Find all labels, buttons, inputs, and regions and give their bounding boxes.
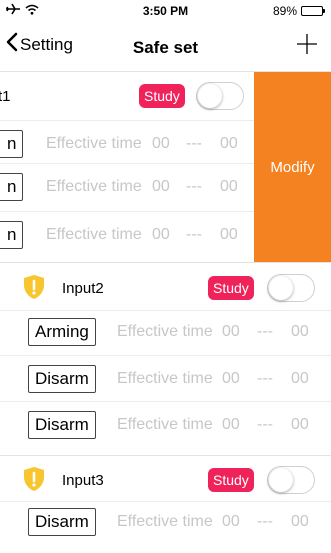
effective-time-label: Effective time — [46, 178, 142, 195]
shield-icon — [23, 274, 45, 300]
time-row: n Effective time 00 --- 00 — [0, 163, 254, 211]
back-button[interactable]: Setting — [6, 32, 73, 57]
start-time[interactable]: 00 — [222, 513, 240, 531]
back-label: Setting — [20, 34, 73, 54]
screen: 3:50 PM 89% Setting Safe set t1 Study n … — [0, 0, 331, 553]
study-button[interactable]: Study — [208, 276, 254, 300]
enable-toggle[interactable] — [196, 82, 244, 110]
time-row: Disarm Effective time 00 --- 00 — [0, 401, 331, 449]
study-button[interactable]: Study — [208, 468, 254, 492]
time-dash: --- — [257, 323, 273, 340]
divider — [0, 262, 331, 263]
start-time[interactable]: 00 — [222, 323, 240, 341]
battery-percent: 89% — [272, 4, 297, 18]
time-dash: --- — [257, 513, 273, 530]
modify-button[interactable]: Modify — [254, 72, 331, 262]
end-time[interactable]: 00 — [291, 370, 309, 388]
section-name: t1 — [0, 87, 11, 105]
mode-button[interactable]: Arming — [28, 318, 96, 346]
mode-button[interactable]: n — [0, 130, 24, 158]
end-time[interactable]: 00 — [291, 323, 309, 341]
end-time[interactable]: 00 — [220, 135, 238, 153]
effective-time-label: Effective time — [117, 323, 213, 340]
mode-button[interactable]: n — [0, 221, 24, 249]
time-row: Disarm Effective time 00 --- 00 — [0, 498, 331, 546]
status-right: 89% — [272, 4, 325, 18]
mode-button[interactable]: Disarm — [28, 508, 96, 536]
start-time[interactable]: 00 — [152, 226, 170, 244]
section-header: Input3 Study — [0, 456, 331, 504]
effective-time-label: Effective time — [46, 226, 142, 243]
time-dash: --- — [186, 226, 202, 243]
nav-bar: Setting Safe set — [0, 22, 331, 72]
enable-toggle[interactable] — [267, 466, 315, 494]
battery-icon — [301, 6, 325, 16]
mode-button[interactable]: n — [0, 173, 24, 201]
time-row: n Effective time 00 --- 00 — [0, 120, 254, 168]
time-row: n Effective time 00 --- 00 — [0, 211, 254, 259]
start-time[interactable]: 00 — [152, 135, 170, 153]
start-time[interactable]: 00 — [222, 370, 240, 388]
effective-time-label: Effective time — [46, 135, 142, 152]
time-row: Disarm Effective time 00 --- 00 — [0, 355, 331, 403]
time-dash: --- — [257, 370, 273, 387]
section-name: Input3 — [62, 471, 104, 489]
start-time[interactable]: 00 — [152, 178, 170, 196]
time-dash: --- — [186, 135, 202, 152]
end-time[interactable]: 00 — [291, 416, 309, 434]
mode-button[interactable]: Disarm — [28, 365, 96, 393]
start-time[interactable]: 00 — [222, 416, 240, 434]
end-time[interactable]: 00 — [291, 513, 309, 531]
shield-icon — [23, 466, 45, 492]
time-dash: --- — [257, 416, 273, 433]
effective-time-label: Effective time — [117, 370, 213, 387]
status-bar: 3:50 PM 89% — [0, 0, 331, 22]
effective-time-label: Effective time — [117, 513, 213, 530]
section-header: t1 Study — [0, 72, 254, 120]
chevron-left-icon — [6, 32, 18, 57]
end-time[interactable]: 00 — [220, 226, 238, 244]
end-time[interactable]: 00 — [220, 178, 238, 196]
effective-time-label: Effective time — [117, 416, 213, 433]
section-header: Input2 Study — [0, 264, 331, 312]
mode-button[interactable]: Disarm — [28, 411, 96, 439]
section-name: Input2 — [62, 279, 104, 297]
enable-toggle[interactable] — [267, 274, 315, 302]
time-row: Arming Effective time 00 --- 00 — [0, 308, 331, 356]
add-icon[interactable] — [293, 30, 321, 58]
time-dash: --- — [186, 178, 202, 195]
study-button[interactable]: Study — [139, 84, 185, 108]
